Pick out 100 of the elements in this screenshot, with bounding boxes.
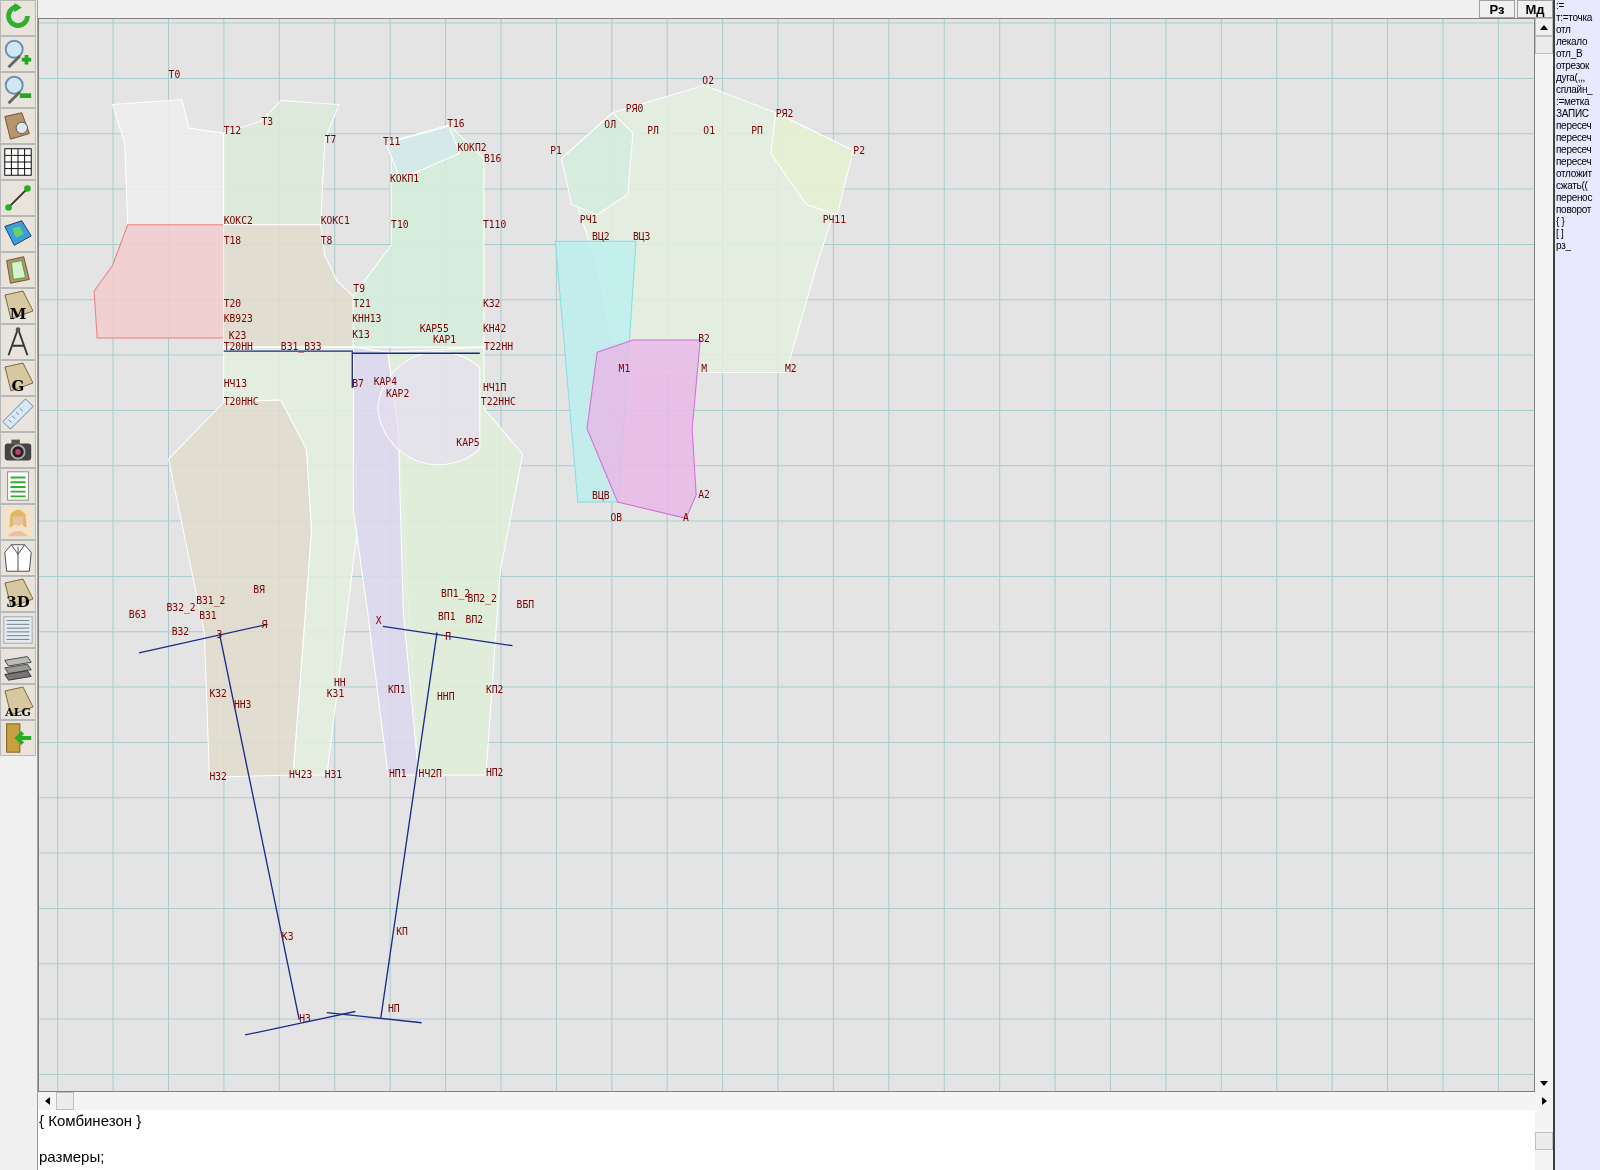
- map-icon[interactable]: [0, 216, 36, 252]
- point-label: ВЯ: [253, 583, 265, 595]
- point-label: М: [701, 362, 708, 374]
- point-label: Т22ННС: [480, 396, 516, 408]
- point-label: РЧ1: [579, 213, 598, 225]
- mode-button[interactable]: Рз: [1479, 0, 1515, 18]
- mode-button[interactable]: Мд: [1517, 0, 1553, 18]
- point-label: В32: [171, 626, 190, 638]
- point-label: Т22НН: [483, 341, 514, 353]
- point-label: РП: [751, 125, 763, 137]
- tool-button[interactable]: G: [0, 360, 36, 396]
- command-item[interactable]: рз_: [1556, 240, 1600, 252]
- grid-icon[interactable]: [0, 144, 36, 180]
- point-label: В31: [199, 610, 217, 622]
- point-label: НП1: [389, 768, 407, 780]
- point-label: М2: [784, 362, 797, 374]
- point-label: Р2: [853, 144, 865, 156]
- point-label: ВЦ2: [592, 231, 610, 243]
- point-label: НЧ2П: [418, 768, 442, 780]
- point-label: З: [216, 628, 223, 640]
- horizontal-scrollbar[interactable]: [38, 1092, 1553, 1110]
- command-item[interactable]: пересеч: [1556, 120, 1600, 132]
- point-label: НП2: [485, 767, 504, 779]
- scroll-up-icon[interactable]: [1535, 18, 1553, 36]
- point-label: ННП: [437, 690, 455, 702]
- point-label: ВЦ3: [632, 231, 651, 243]
- command-item[interactable]: отложит: [1556, 168, 1600, 180]
- camera-icon[interactable]: [0, 432, 36, 468]
- point-label: ОЛ: [604, 119, 616, 131]
- point-label: О1: [703, 125, 715, 137]
- command-item[interactable]: отл_В: [1556, 48, 1600, 60]
- tool-button[interactable]: 3D: [0, 576, 36, 612]
- point-label: Р1: [550, 144, 562, 156]
- point-label: К32: [482, 298, 501, 310]
- point-label: ВП2: [465, 614, 484, 626]
- command-item[interactable]: лекало: [1556, 36, 1600, 48]
- command-item[interactable]: поворот: [1556, 204, 1600, 216]
- point-label: ОВ: [610, 512, 623, 524]
- point-label: К32: [209, 687, 227, 699]
- jacket-icon[interactable]: [0, 540, 36, 576]
- point-label: Т21: [353, 298, 371, 310]
- command-item[interactable]: дуга(,,,: [1556, 72, 1600, 84]
- point-label: Т18: [223, 235, 242, 247]
- point-label: КП2: [485, 683, 504, 695]
- command-item[interactable]: перенос: [1556, 192, 1600, 204]
- command-item[interactable]: пересеч: [1556, 132, 1600, 144]
- point-label: К13: [352, 328, 370, 340]
- scroll-thumb[interactable]: [56, 1092, 74, 1110]
- point-label: Т10: [391, 218, 409, 230]
- command-item[interactable]: сжать((: [1556, 180, 1600, 192]
- point-label: НЧ13: [223, 377, 247, 389]
- point-label: РЯ0: [625, 102, 644, 114]
- point-label: КАР4: [373, 375, 398, 387]
- point-label: РЯ2: [775, 107, 794, 119]
- command-item[interactable]: сплайн_: [1556, 84, 1600, 96]
- point-label: КП: [396, 926, 408, 938]
- point-label: КОКС1: [320, 214, 350, 226]
- point-label: Т9: [353, 283, 365, 295]
- tool-button[interactable]: M: [0, 288, 36, 324]
- point-label: Т20НН: [223, 341, 253, 353]
- point-label: ВП1: [438, 611, 456, 623]
- zoom-out-icon[interactable]: [0, 72, 36, 108]
- zoom-in-icon[interactable]: [0, 36, 36, 72]
- point-label: КАР2: [385, 388, 410, 400]
- point-label: Т8: [320, 235, 333, 247]
- command-item[interactable]: пересеч: [1556, 144, 1600, 156]
- point-label: В31_В33: [280, 341, 322, 353]
- command-item[interactable]: :=: [1556, 0, 1600, 12]
- refresh-icon[interactable]: [0, 0, 36, 36]
- point-label: Т110: [482, 218, 507, 230]
- point-label: О2: [702, 75, 714, 87]
- editor-scrollbar[interactable]: [1535, 1110, 1553, 1170]
- exit-icon[interactable]: [0, 720, 36, 756]
- tool-button[interactable]: ALG: [0, 684, 36, 720]
- point-label: КНН13: [352, 312, 382, 324]
- point-label: А2: [698, 488, 710, 500]
- books-icon[interactable]: [0, 648, 36, 684]
- command-item[interactable]: :=метка: [1556, 96, 1600, 108]
- document-list-icon[interactable]: [0, 612, 36, 648]
- command-item[interactable]: пересеч: [1556, 156, 1600, 168]
- command-item[interactable]: ЗАПИС: [1556, 108, 1600, 120]
- command-item[interactable]: т:=точка: [1556, 12, 1600, 24]
- point-label: П: [445, 630, 451, 642]
- point-label: Н31: [324, 769, 343, 781]
- point-label: К23: [228, 330, 247, 341]
- command-item[interactable]: [ ]: [1556, 228, 1600, 240]
- scroll-thumb[interactable]: [1535, 36, 1553, 54]
- scroll-thumb[interactable]: [1535, 1132, 1553, 1150]
- point-label: Х: [375, 615, 382, 627]
- command-item[interactable]: отрезок: [1556, 60, 1600, 72]
- compass-icon[interactable]: [0, 324, 36, 360]
- point-label: КОКП1: [390, 173, 420, 185]
- point-label: НЗ: [299, 1012, 311, 1024]
- vertical-scrollbar[interactable]: [1535, 18, 1553, 1092]
- point-label: КОКС2: [223, 214, 253, 226]
- command-item[interactable]: { }: [1556, 216, 1600, 228]
- point-label: НЧ23: [289, 769, 313, 781]
- line-segment-icon[interactable]: [0, 180, 36, 216]
- command-item[interactable]: отл: [1556, 24, 1600, 36]
- point-label: ВБП: [516, 599, 535, 610]
